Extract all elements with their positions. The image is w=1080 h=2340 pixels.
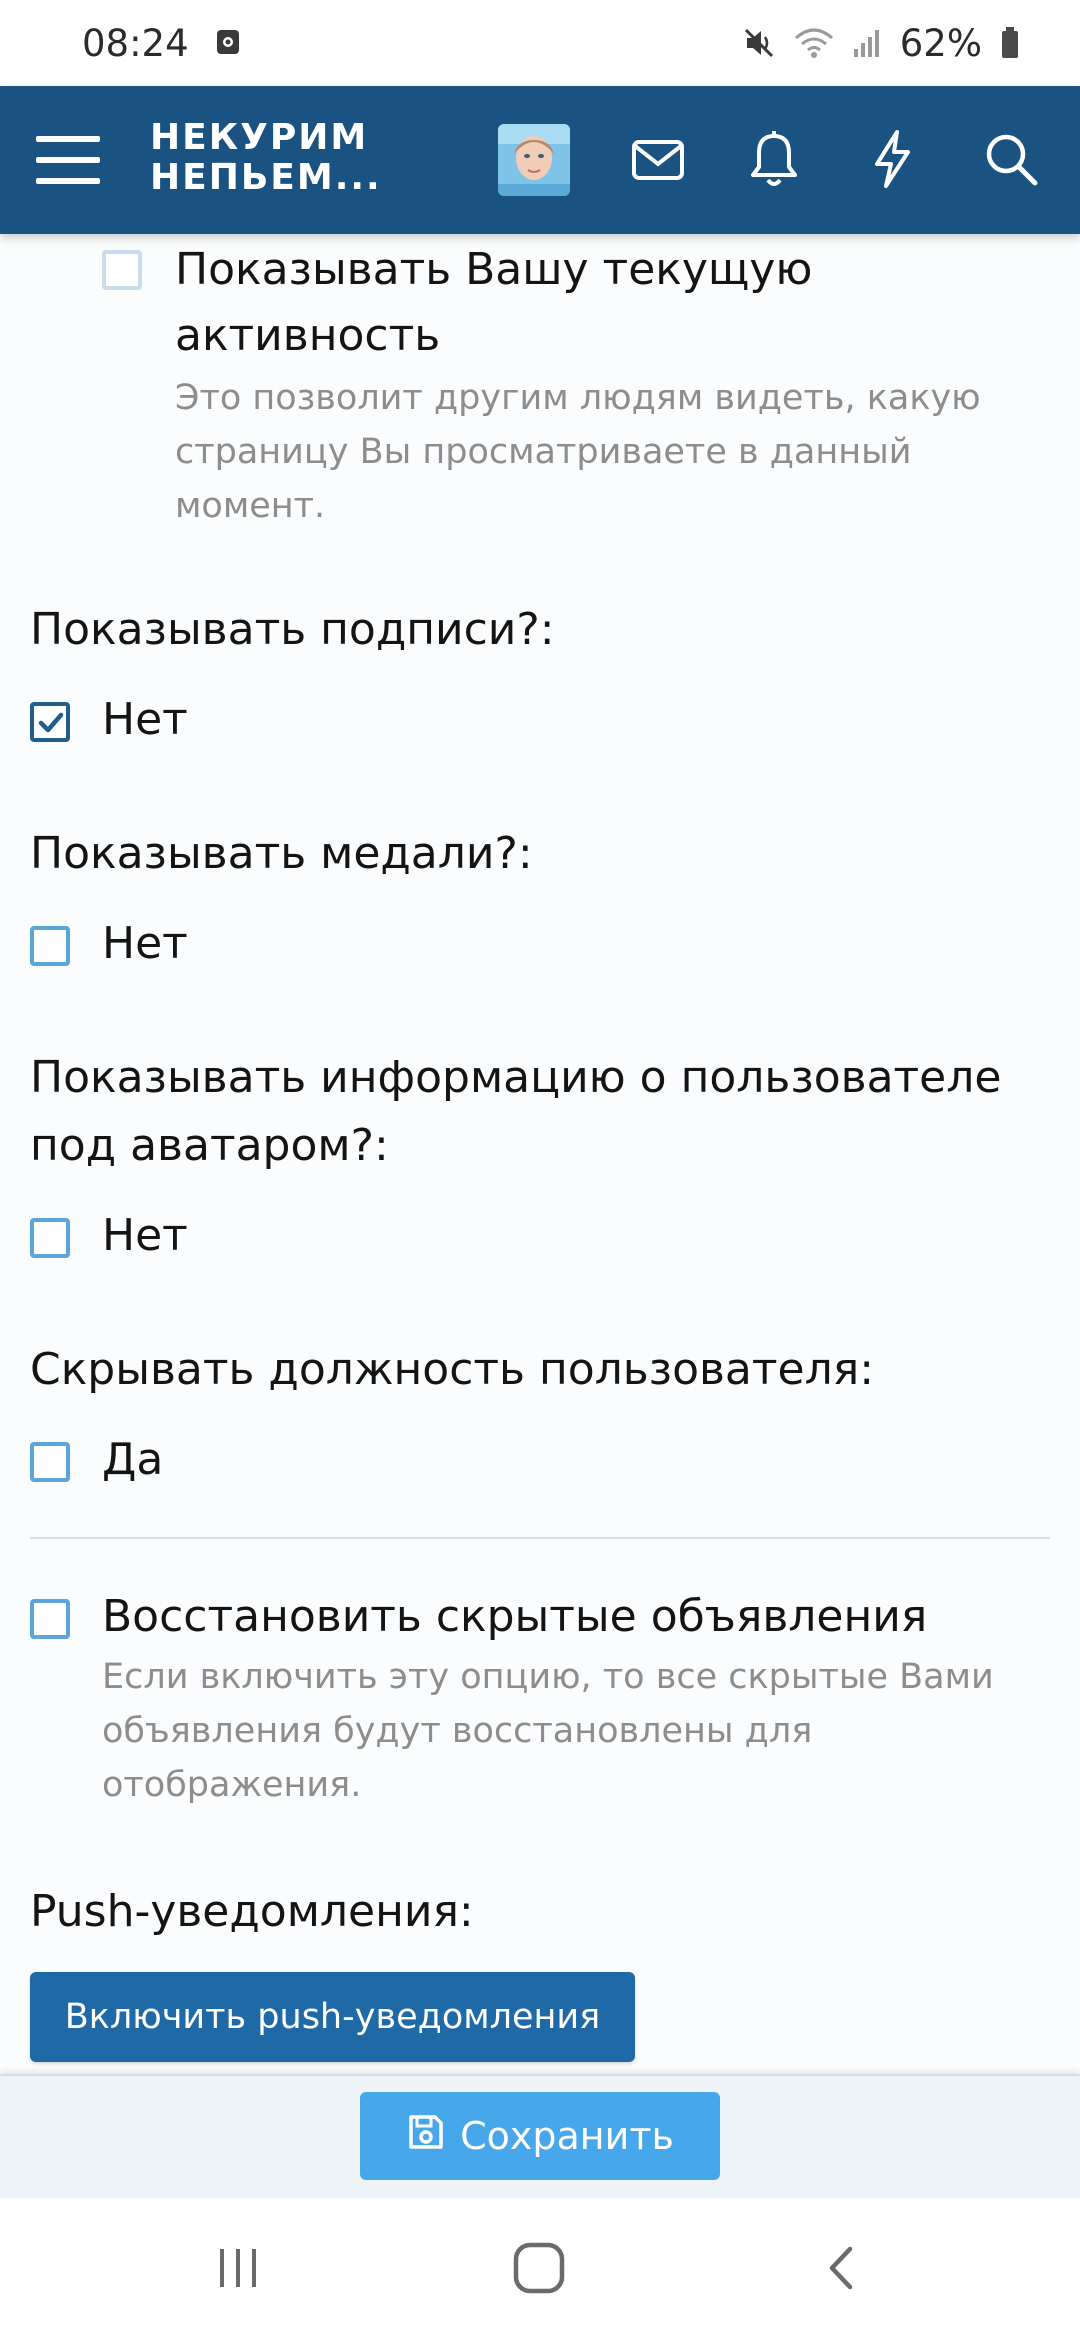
wifi-icon — [794, 26, 834, 60]
mail-icon[interactable] — [628, 130, 688, 190]
save-label: Сохранить — [460, 2114, 674, 2158]
medals-checkbox[interactable] — [30, 926, 70, 966]
bell-icon[interactable] — [744, 126, 804, 192]
save-bar: Сохранить — [0, 2074, 1080, 2198]
checkmark-icon — [38, 712, 64, 733]
signatures-label: Показывать подписи?: — [30, 604, 555, 655]
user-info-label-line2: под аватаром?: — [30, 1120, 389, 1171]
medals-label: Показывать медали?: — [30, 828, 533, 879]
logo-line1: НЕКУРИМ — [150, 117, 369, 158]
lightning-icon[interactable] — [862, 126, 922, 192]
system-nav-bar — [0, 2198, 1080, 2340]
activity-label-line1: Показывать Вашу текущую — [175, 244, 813, 295]
status-time: 08:24 — [82, 21, 189, 65]
app-header: НЕКУРИМ НЕПЬЕМ... — [0, 86, 1080, 234]
hide-title-label: Скрывать должность пользователя: — [30, 1344, 875, 1395]
push-label: Push-уведомления: — [30, 1886, 474, 1937]
battery-icon — [1000, 26, 1020, 60]
signatures-option[interactable]: Нет — [102, 694, 188, 745]
medals-option[interactable]: Нет — [102, 918, 188, 969]
section-divider — [30, 1537, 1050, 1539]
avatar[interactable] — [498, 124, 570, 196]
restore-notices-label[interactable]: Восстановить скрытые объявления — [102, 1591, 927, 1642]
restore-notices-checkbox[interactable] — [30, 1599, 70, 1639]
restore-notices-hint-line3: отображения. — [102, 1765, 362, 1805]
recent-apps-icon[interactable] — [208, 2238, 268, 2298]
restore-notices-hint-line2: объявления будут восстановлены для — [102, 1711, 813, 1751]
notification-icon — [215, 22, 241, 65]
activity-label-line2: активность — [175, 310, 441, 361]
preferences-form: Показывать Вашу текущую активность Это п… — [0, 234, 1080, 2074]
menu-icon[interactable] — [34, 128, 102, 192]
save-icon — [406, 2112, 446, 2161]
hide-title-checkbox[interactable] — [30, 1442, 70, 1482]
user-info-checkbox[interactable] — [30, 1218, 70, 1258]
home-icon[interactable] — [509, 2238, 569, 2298]
logo-line2: НЕПЬЕМ... — [150, 157, 382, 198]
mute-icon — [742, 26, 776, 60]
search-icon[interactable] — [978, 126, 1044, 192]
signal-icon — [852, 27, 882, 59]
restore-notices-hint-line1: Если включить эту опцию, то все скрытые … — [102, 1657, 994, 1697]
activity-checkbox[interactable] — [102, 250, 142, 290]
back-icon[interactable] — [812, 2238, 872, 2298]
activity-hint-line3: момент. — [175, 486, 326, 526]
user-info-label-line1: Показывать информацию о пользователе — [30, 1052, 1002, 1103]
activity-hint-line2: страницу Вы просматриваете в данный — [175, 432, 912, 472]
hide-title-option[interactable]: Да — [102, 1434, 163, 1485]
status-bar: 08:24 62% — [0, 0, 1080, 86]
signatures-checkbox[interactable] — [30, 702, 70, 742]
user-info-option[interactable]: Нет — [102, 1210, 188, 1261]
save-button[interactable]: Сохранить — [360, 2092, 720, 2180]
enable-push-button[interactable]: Включить push-уведомления — [30, 1972, 635, 2062]
activity-hint-line1: Это позволит другим людям видеть, какую — [175, 378, 981, 418]
site-logo[interactable]: НЕКУРИМ НЕПЬЕМ... — [150, 118, 382, 198]
battery-percent: 62% — [899, 21, 982, 65]
